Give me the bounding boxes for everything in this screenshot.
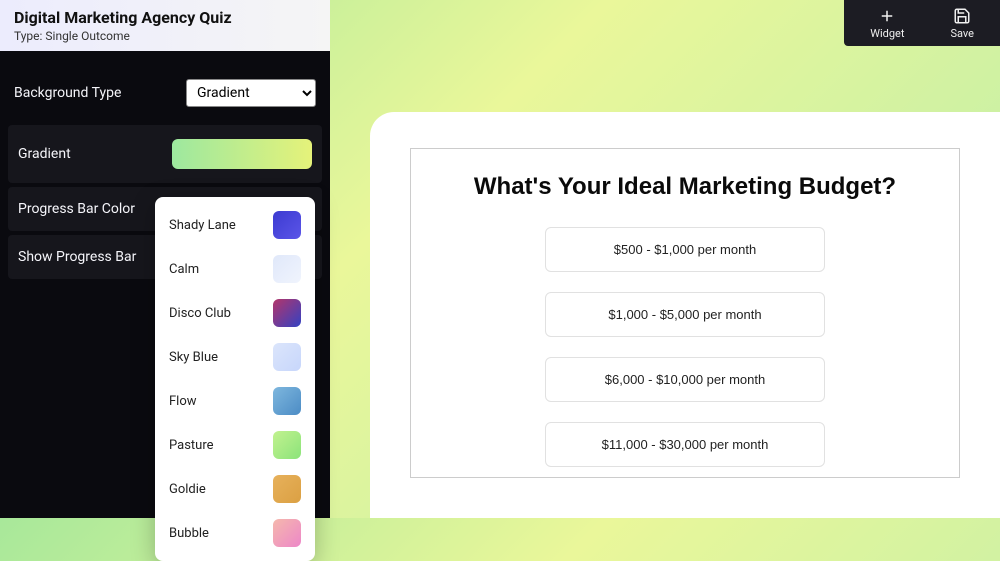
gradient-preview-swatch[interactable] xyxy=(172,139,312,169)
gradient-option-goldie[interactable]: Goldie xyxy=(155,467,315,511)
gradient-option-label: Goldie xyxy=(169,482,206,497)
quiz-title: Digital Marketing Agency Quiz xyxy=(14,8,316,27)
gradient-chip-flow xyxy=(273,387,301,415)
sidebar: Digital Marketing Agency Quiz Type: Sing… xyxy=(0,0,330,518)
save-button[interactable]: Save xyxy=(942,4,982,42)
plus-icon xyxy=(878,7,896,25)
gradient-chip-bubble xyxy=(273,519,301,547)
quiz-answer-0[interactable]: $500 - $1,000 per month xyxy=(545,227,825,272)
progress-bar-color-label: Progress Bar Color xyxy=(18,201,135,217)
gradient-option-shady[interactable]: Shady Lane xyxy=(155,203,315,247)
quiz-card: What's Your Ideal Marketing Budget? $500… xyxy=(370,112,1000,518)
gradient-option-sky[interactable]: Sky Blue xyxy=(155,335,315,379)
gradient-option-label: Flow xyxy=(169,394,197,409)
gradient-option-disco[interactable]: Disco Club xyxy=(155,291,315,335)
quiz-answer-3[interactable]: $11,000 - $30,000 per month xyxy=(545,422,825,467)
canvas-area: Widget Save What's Your Ideal Marketing … xyxy=(330,0,1000,518)
gradient-option-calm[interactable]: Calm xyxy=(155,247,315,291)
gradient-option-label: Pasture xyxy=(169,438,214,453)
gradient-option-label: Bubble xyxy=(169,526,209,541)
gradient-dropdown: Shady Lane Calm Disco Club Sky Blue Flow Past… xyxy=(155,197,315,561)
quiz-inner: What's Your Ideal Marketing Budget? $500… xyxy=(410,148,960,478)
gradient-option-pasture[interactable]: Pasture xyxy=(155,423,315,467)
gradient-option-label: Calm xyxy=(169,262,199,277)
quiz-answer-1[interactable]: $1,000 - $5,000 per month xyxy=(545,292,825,337)
gradient-chip-sky xyxy=(273,343,301,371)
background-type-select[interactable]: Gradient xyxy=(186,79,316,107)
quiz-type: Type: Single Outcome xyxy=(14,29,316,43)
gradient-option-flow[interactable]: Flow xyxy=(155,379,315,423)
background-type-row: Background Type Gradient xyxy=(0,65,330,121)
save-icon xyxy=(953,7,971,25)
gradient-chip-disco xyxy=(273,299,301,327)
gradient-chip-shady xyxy=(273,211,301,239)
quiz-answer-2[interactable]: $6,000 - $10,000 per month xyxy=(545,357,825,402)
gradient-option-label: Sky Blue xyxy=(169,350,218,365)
widget-button[interactable]: Widget xyxy=(862,4,912,42)
gradient-option-label: Shady Lane xyxy=(169,218,236,233)
background-type-label: Background Type xyxy=(14,85,121,101)
sidebar-controls: Background Type Gradient Gradient Progre… xyxy=(0,51,330,518)
gradient-chip-goldie xyxy=(273,475,301,503)
gradient-chip-pasture xyxy=(273,431,301,459)
quiz-answers: $500 - $1,000 per month $1,000 - $5,000 p… xyxy=(545,227,825,467)
gradient-row[interactable]: Gradient xyxy=(8,125,322,183)
gradient-chip-calm xyxy=(273,255,301,283)
topbar: Widget Save xyxy=(844,0,1000,46)
sidebar-header: Digital Marketing Agency Quiz Type: Sing… xyxy=(0,0,330,51)
quiz-question: What's Your Ideal Marketing Budget? xyxy=(474,173,896,201)
show-progress-bar-label: Show Progress Bar xyxy=(18,249,136,265)
gradient-option-label: Disco Club xyxy=(169,306,231,321)
gradient-label: Gradient xyxy=(18,146,71,162)
